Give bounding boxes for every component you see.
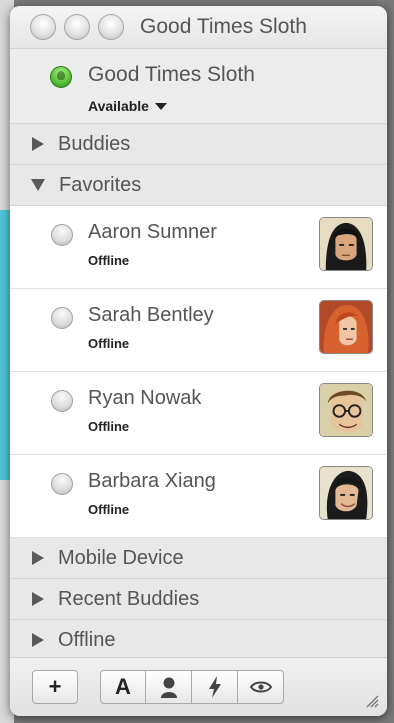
- group-mobile-device[interactable]: Mobile Device: [10, 538, 387, 579]
- window-controls: [30, 14, 124, 40]
- group-label: Favorites: [59, 173, 142, 196]
- buddy-list-window: Good Times Sloth Good Times Sloth Availa…: [10, 6, 387, 716]
- offline-status-icon: [51, 473, 73, 495]
- font-button[interactable]: A: [100, 670, 146, 704]
- buddy-row[interactable]: Aaron Sumner Offline: [10, 206, 387, 289]
- offline-status-icon: [51, 307, 73, 329]
- buddy-avatar[interactable]: [319, 383, 373, 437]
- offline-status-icon: [51, 390, 73, 412]
- buddy-info-button[interactable]: [146, 670, 192, 704]
- disclosure-right-icon: [32, 551, 44, 565]
- buddy-name: Ryan Nowak: [88, 387, 202, 409]
- lightning-icon: [208, 676, 221, 698]
- group-label: Offline: [58, 628, 116, 651]
- buddy-name: Aaron Sumner: [88, 221, 217, 243]
- group-recent-buddies[interactable]: Recent Buddies: [10, 579, 387, 620]
- group-buddies[interactable]: Buddies: [10, 124, 387, 165]
- buddy-row[interactable]: Sarah Bentley Offline: [10, 289, 387, 372]
- buddy-row[interactable]: Barbara Xiang Offline: [10, 455, 387, 538]
- close-button[interactable]: [30, 14, 56, 40]
- group-label: Mobile Device: [58, 546, 184, 569]
- resize-grip-icon[interactable]: [365, 694, 379, 708]
- disclosure-right-icon: [32, 633, 44, 647]
- my-account: Good Times Sloth Available: [10, 49, 387, 124]
- chevron-down-icon: [154, 102, 167, 110]
- plus-icon: +: [48, 674, 62, 699]
- group-offline[interactable]: Offline: [10, 620, 387, 661]
- window-title: Good Times Sloth: [140, 15, 307, 38]
- my-screen-name: Good Times Sloth: [88, 63, 255, 86]
- person-icon: [160, 677, 177, 698]
- buddy-status: Offline: [88, 419, 130, 434]
- zoom-button[interactable]: [98, 14, 124, 40]
- bottom-toolbar: + A: [10, 657, 387, 716]
- offline-status-icon: [51, 224, 73, 246]
- actions-button[interactable]: [192, 670, 238, 704]
- buddy-avatar[interactable]: [319, 217, 373, 271]
- buddy-name: Sarah Bentley: [88, 304, 214, 326]
- eye-icon: [249, 681, 272, 693]
- action-segmented-control: A: [100, 670, 284, 704]
- disclosure-right-icon: [32, 137, 44, 151]
- buddy-status: Offline: [88, 336, 130, 351]
- group-favorites[interactable]: Favorites: [10, 165, 387, 206]
- group-label: Buddies: [58, 132, 131, 155]
- font-icon: A: [115, 674, 131, 699]
- buddy-name: Barbara Xiang: [88, 470, 216, 492]
- title-bar[interactable]: Good Times Sloth: [10, 6, 387, 49]
- add-buddy-button[interactable]: +: [32, 670, 78, 704]
- privacy-button[interactable]: [238, 670, 284, 704]
- group-label: Recent Buddies: [58, 587, 200, 610]
- minimize-button[interactable]: [64, 14, 90, 40]
- buddy-status: Offline: [88, 502, 130, 517]
- disclosure-right-icon: [32, 592, 44, 606]
- status-dropdown[interactable]: Available: [88, 98, 167, 114]
- status-label: Available: [88, 98, 149, 114]
- buddy-avatar[interactable]: [319, 300, 373, 354]
- buddy-status: Offline: [88, 253, 130, 268]
- disclosure-down-icon: [31, 179, 45, 191]
- buddy-avatar[interactable]: [319, 466, 373, 520]
- available-status-icon: [50, 66, 72, 88]
- buddy-row[interactable]: Ryan Nowak Offline: [10, 372, 387, 455]
